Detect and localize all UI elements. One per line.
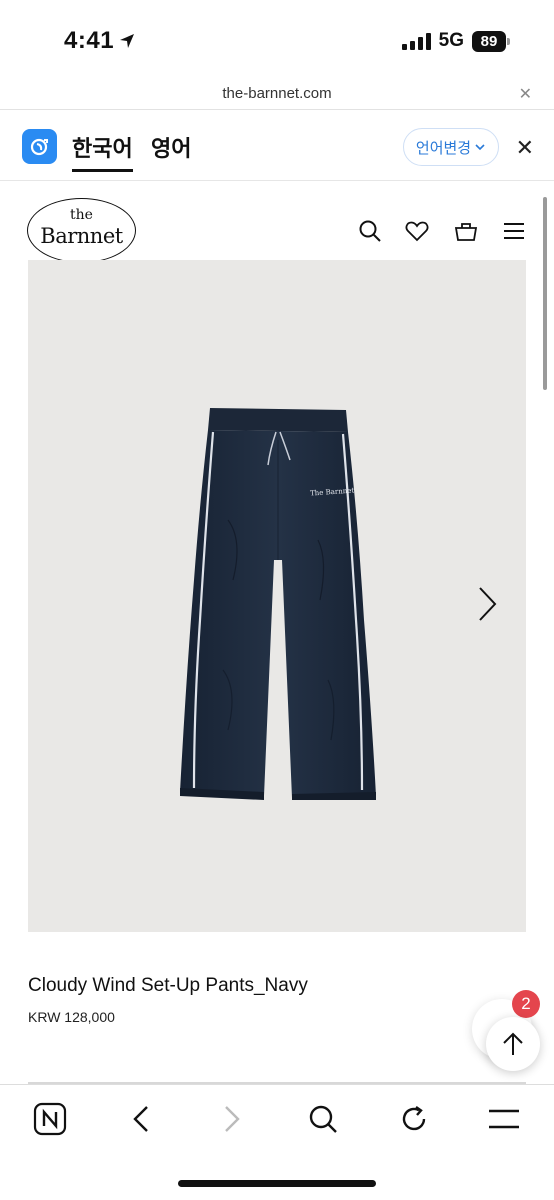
product-title: Cloudy Wind Set-Up Pants_Navy [28,975,308,996]
product-image[interactable]: The Barnnet [28,260,526,932]
browser-url-bar[interactable]: the-barnnet.com ✕ [0,80,554,110]
logo-the: the [70,207,93,223]
signal-icon [401,32,431,50]
bag-icon[interactable] [453,218,479,244]
brand-logo[interactable]: the Barnnet [27,198,136,263]
scrollbar[interactable] [543,197,547,390]
translate-bar: 한국어 영어 언어변경 ✕ [0,111,554,181]
battery-level: 89 [472,30,506,52]
notification-badge: 2 [512,990,540,1018]
refresh-icon[interactable] [394,1099,434,1139]
back-icon[interactable] [121,1099,161,1139]
tab-english[interactable]: 영어 [151,131,191,169]
search-icon[interactable] [303,1099,343,1139]
home-indicator[interactable] [178,1180,376,1187]
network-type: 5G [438,30,464,51]
search-icon[interactable] [357,218,383,244]
change-language-label: 언어변경 [415,139,472,157]
status-bar: 4:41 5G 89 [0,0,554,80]
url-text[interactable]: the-barnnet.com [0,85,554,102]
close-url-icon[interactable]: ✕ [519,84,532,104]
forward-icon[interactable] [212,1099,252,1139]
arrow-up-icon [503,1032,523,1055]
pants-illustration [180,408,376,800]
naver-home-icon[interactable] [30,1099,70,1139]
status-time: 4:41 [64,27,136,55]
close-translate-icon[interactable]: ✕ [516,135,534,161]
product-price: KRW 128,000 [28,1009,115,1025]
scroll-top-button[interactable] [486,1017,540,1071]
menu-icon[interactable] [484,1099,524,1139]
heart-icon[interactable] [404,218,430,244]
battery-icon: 89 [472,30,510,52]
chevron-down-icon [475,144,485,151]
logo-brand: Barnnet [40,224,123,248]
change-language-button[interactable]: 언어변경 [403,128,499,166]
location-arrow-icon [120,34,135,48]
next-image-arrow[interactable] [474,585,500,623]
menu-icon[interactable] [501,218,527,244]
papago-icon [22,129,57,164]
status-time-text: 4:41 [64,27,115,54]
tab-korean[interactable]: 한국어 [72,131,133,172]
site-header: the Barnnet [0,182,554,263]
